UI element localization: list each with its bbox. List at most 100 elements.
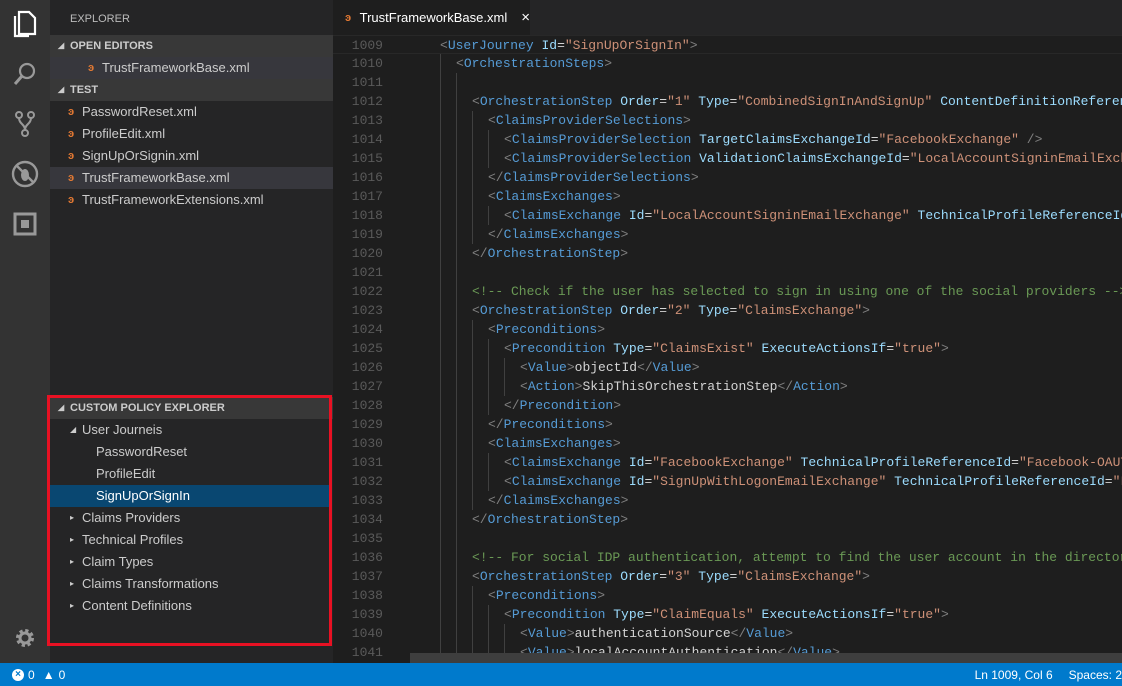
code-line: 1032 <ClaimsExchange Id = "SignUpWithLogonE… xyxy=(333,472,1122,491)
user-journey-item[interactable]: ProfileEdit xyxy=(50,463,330,485)
code-line: 1036 <!-- For social IDP authentication, … xyxy=(333,548,1122,567)
cursor-position[interactable]: Ln 1009, Col 6 xyxy=(975,668,1053,682)
line-number: 1012 xyxy=(351,94,383,109)
code-token: = xyxy=(659,94,668,109)
code-token: Order xyxy=(620,569,660,584)
line-number: 1015 xyxy=(351,151,383,166)
code-line: 1024 <Preconditions> xyxy=(333,320,1122,339)
indent-guide xyxy=(456,320,457,339)
indent-guide xyxy=(472,111,473,130)
source-control-icon[interactable] xyxy=(0,104,50,144)
user-journey-item[interactable]: PasswordReset xyxy=(50,441,330,463)
indent-guide xyxy=(472,320,473,339)
indent-guide xyxy=(488,396,489,415)
code-token: < xyxy=(440,38,448,53)
code-text: </Preconditions> xyxy=(488,415,613,434)
close-tab-icon[interactable]: × xyxy=(521,9,530,26)
indent-guide xyxy=(440,453,441,472)
search-icon[interactable] xyxy=(0,54,50,94)
line-number: 1024 xyxy=(351,322,383,337)
indent-guide xyxy=(488,339,489,358)
indent-guide xyxy=(472,491,473,510)
line-number: 1027 xyxy=(351,379,383,394)
sidebar-title: EXPLORER xyxy=(70,13,130,25)
indent-guide xyxy=(440,624,441,643)
extensions-icon[interactable] xyxy=(0,204,50,244)
tab-trustframeworkbase[interactable]: ͽ TrustFrameworkBase.xml × xyxy=(333,0,530,35)
open-editors-header[interactable]: ◢ OPEN EDITORS xyxy=(50,35,333,57)
file-item[interactable]: ͽ TrustFrameworkExtensions.xml xyxy=(50,189,333,211)
tree-node-user-journeys[interactable]: ◢ User Journeis xyxy=(50,419,333,441)
files-icon[interactable] xyxy=(0,4,50,44)
code-token: ClaimsExchanges xyxy=(495,436,613,451)
policy-explorer-label: CUSTOM POLICY EXPLORER xyxy=(70,402,225,414)
user-journey-item[interactable]: SignUpOrSignIn xyxy=(50,485,330,507)
indent-guide xyxy=(472,415,473,434)
file-item[interactable]: ͽ TrustFrameworkBase.xml xyxy=(50,167,333,189)
indent-guide xyxy=(456,130,457,149)
indent-guide xyxy=(456,149,457,168)
tree-node[interactable]: ▸ Claims Providers xyxy=(50,507,333,529)
code-token: Type xyxy=(698,569,730,584)
code-token: < xyxy=(472,94,480,109)
code-token: Type xyxy=(613,341,645,356)
code-token: Precondition xyxy=(519,398,614,413)
tree-node[interactable]: ▸ Content Definitions xyxy=(50,595,333,617)
collapsed-arrow-icon: ▸ xyxy=(70,601,75,610)
open-editor-item[interactable]: ͽ TrustFrameworkBase.xml xyxy=(50,57,333,79)
debug-icon[interactable] xyxy=(0,154,50,194)
code-editor[interactable]: 1009 <UserJourney Id="SignUpOrSignIn"> 101… xyxy=(333,35,1122,663)
tree-node[interactable]: ▸ Claims Transformations xyxy=(50,573,333,595)
indent-guide xyxy=(440,434,441,453)
code-token: Type xyxy=(613,607,645,622)
problems-indicator[interactable]: × 0 ▲ 0 xyxy=(0,668,65,682)
code-token: "ClaimEquals" xyxy=(652,607,754,622)
code-token: ValidationClaimsExchangeId xyxy=(699,151,902,166)
folder-label: TEST xyxy=(70,84,99,96)
code-token: "true" xyxy=(894,607,941,622)
code-text: <OrchestrationStep Order="3" Type="Claim… xyxy=(472,567,870,586)
file-item[interactable]: ͽ PasswordReset.xml xyxy=(50,101,333,123)
file-item[interactable]: ͽ ProfileEdit.xml xyxy=(50,123,333,145)
code-token: </ xyxy=(777,379,794,394)
indent-guide xyxy=(472,225,473,244)
indent-guide xyxy=(440,187,441,206)
horizontal-scrollbar[interactable] xyxy=(410,653,1122,663)
code-token: = xyxy=(886,341,895,356)
code-token: TechnicalProfileReferenceId xyxy=(800,455,1012,470)
code-line: 1011 xyxy=(333,73,1122,92)
indentation-setting[interactable]: Spaces: 2 xyxy=(1069,668,1122,682)
file-name: SignUpOrSignin.xml xyxy=(82,148,200,163)
tree-node[interactable]: ▸ Claim Types xyxy=(50,551,333,573)
settings-gear-icon[interactable] xyxy=(0,618,50,658)
code-token: Value xyxy=(527,626,567,641)
code-token: > xyxy=(689,38,698,53)
code-line: 1026 <Value>objectId</Value> xyxy=(333,358,1122,377)
xml-file-icon: ͽ xyxy=(68,194,75,206)
code-token: = xyxy=(870,132,879,147)
code-line: 1019 </ClaimsExchanges> xyxy=(333,225,1122,244)
code-text: <Preconditions> xyxy=(488,320,605,339)
code-token: < xyxy=(488,436,496,451)
indent-guide xyxy=(456,244,457,263)
code-token: < xyxy=(520,379,528,394)
code-token: "Facebook-OAUTH xyxy=(1018,455,1122,470)
collapsed-arrow-icon: ▸ xyxy=(70,579,75,588)
code-token: > xyxy=(597,588,606,603)
folder-header-test[interactable]: ◢ TEST xyxy=(50,79,333,101)
code-token: < xyxy=(488,113,496,128)
line-number: 1039 xyxy=(351,607,383,622)
file-item[interactable]: ͽ SignUpOrSignin.xml xyxy=(50,145,333,167)
code-token: < xyxy=(520,626,528,641)
tree-node[interactable]: ▸ Technical Profiles xyxy=(50,529,333,551)
code-token: Value xyxy=(652,360,692,375)
indent-guide xyxy=(456,510,457,529)
indent-guide xyxy=(488,605,489,624)
custom-policy-explorer-header[interactable]: ◢ CUSTOM POLICY EXPLORER xyxy=(50,397,333,419)
indent-guide xyxy=(456,491,457,510)
code-token: OrchestrationStep xyxy=(479,303,613,318)
sidebar: EXPLORER ◢ OPEN EDITORS ͽ TrustFrameworkBa… xyxy=(50,0,333,663)
